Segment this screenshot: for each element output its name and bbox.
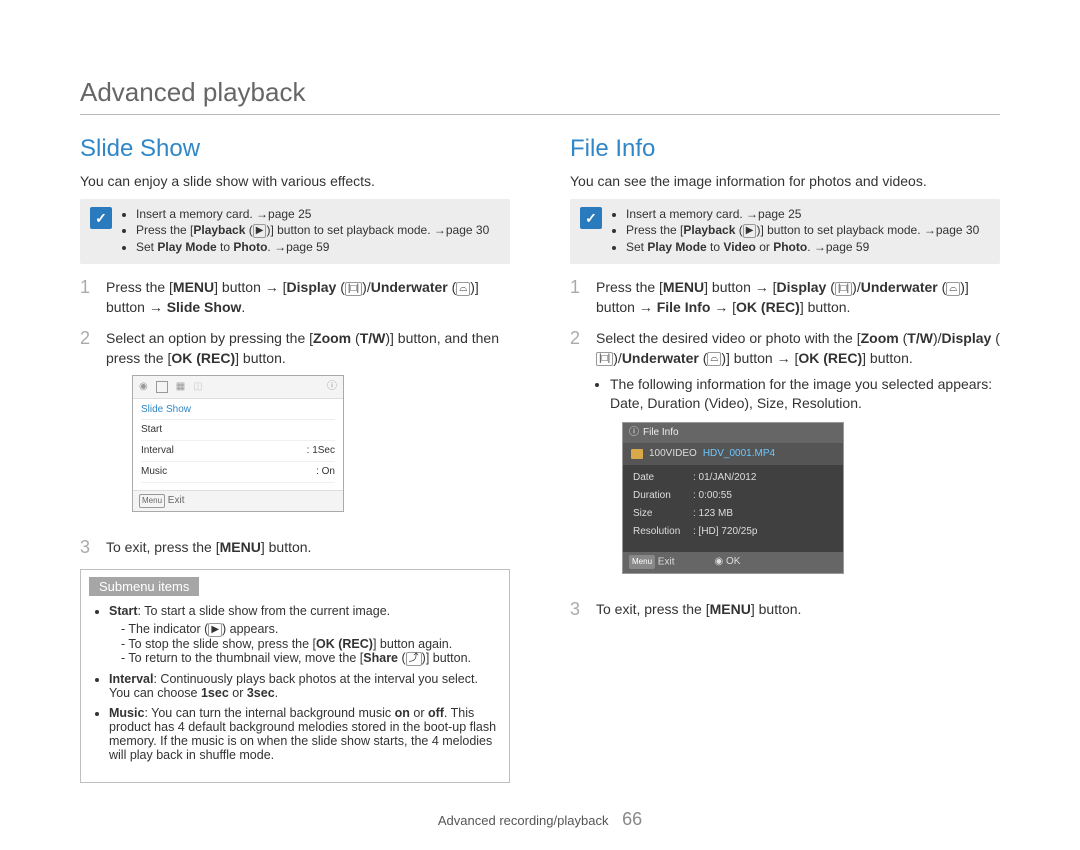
underwater-icon: ⌓ [456, 282, 470, 296]
info-row-date: Date: 01/JAN/2012 [633, 469, 833, 487]
prereq-item: Insert a memory card. →page 25 [136, 207, 489, 221]
underwater-icon: ⌓ [707, 352, 721, 366]
playback-icon: ▶ [743, 224, 757, 238]
step-2: 2 Select an option by pressing the [Zoom… [80, 329, 510, 525]
folder-icon [631, 449, 643, 459]
mode-icon: ◉ [139, 380, 148, 394]
intro-text: You can enjoy a slide show with various … [80, 173, 510, 189]
menu-row-interval: Interval: 1Sec [141, 441, 335, 462]
two-column-layout: Slide Show You can enjoy a slide show wi… [80, 131, 1000, 782]
fileinfo-screenshot: ⓘ File Info 100VIDEO HDV_0001.MP4 Date: … [622, 422, 844, 574]
step-2: 2 Select the desired video or photo with… [570, 329, 1000, 587]
screenshot-menu-title: Slide Show [141, 399, 335, 420]
page-number: 66 [622, 809, 642, 829]
screenshot-folder-row: 100VIDEO HDV_0001.MP4 [623, 443, 843, 465]
grid-icon: ▦ [176, 380, 185, 394]
play-indicator-icon: ▶ [208, 623, 222, 637]
info-row-size: Size: 123 MB [633, 505, 833, 523]
submenu-item-start: Start: To start a slide show from the cu… [109, 604, 497, 665]
prerequisite-box: ✓ Insert a memory card. →page 25 Press t… [570, 199, 1000, 264]
prereq-item: Set Play Mode to Photo. →page 59 [136, 240, 489, 254]
step-number: 1 [570, 278, 584, 317]
step-number: 2 [570, 329, 584, 587]
submenu-items-box: Submenu items Start: To start a slide sh… [80, 569, 510, 782]
screenshot-footer: Menu Exit ◉ OK [623, 552, 843, 573]
submenu-items-tag: Submenu items [89, 577, 199, 596]
share-icon: ⤴ [406, 652, 422, 666]
step-number: 3 [80, 538, 94, 558]
misc-icon: ◫ [193, 380, 202, 394]
screenshot-header: ⓘ File Info [623, 423, 843, 443]
menu-badge-icon: Menu [629, 555, 655, 569]
display-icon: |□| [835, 282, 852, 296]
step-number: 3 [570, 600, 584, 620]
display-icon: |□| [345, 282, 362, 296]
section-heading-slideshow: Slide Show [80, 135, 510, 163]
slideshow-menu-screenshot: ◉ ▦ ◫ ⓘ Slide Show Start [132, 375, 344, 512]
step-1: 1 Press the [MENU] button → [Display (|□… [80, 278, 510, 317]
screenshot-top-bar: ◉ ▦ ◫ ⓘ [133, 376, 343, 399]
menu-row-music: Music: On [141, 462, 335, 483]
prereq-item: Press the [Playback (▶)] button to set p… [136, 223, 489, 238]
submenu-item-interval: Interval: Continuously plays back photos… [109, 672, 497, 700]
menu-badge-icon: Menu [139, 494, 165, 508]
step-1: 1 Press the [MENU] button → [Display (|□… [570, 278, 1000, 317]
file-info-section: File Info You can see the image informat… [570, 131, 1000, 782]
thumbnail-icon [156, 381, 168, 393]
submenu-item-music: Music: You can turn the internal backgro… [109, 706, 497, 762]
prereq-item: Insert a memory card. →page 25 [626, 207, 979, 221]
info-row-duration: Duration: 0:00:55 [633, 487, 833, 505]
intro-text: You can see the image information for ph… [570, 173, 1000, 189]
step-number: 1 [80, 278, 94, 317]
slide-show-section: Slide Show You can enjoy a slide show wi… [80, 131, 510, 782]
prereq-item: Press the [Playback (▶)] button to set p… [626, 223, 979, 238]
step-3: 3 To exit, press the [MENU] button. [570, 600, 1000, 620]
playback-icon: ▶ [253, 224, 267, 238]
prerequisite-box: ✓ Insert a memory card. →page 25 Press t… [80, 199, 510, 264]
filename-label: HDV_0001.MP4 [703, 447, 775, 461]
ok-dot-icon: ◉ [714, 556, 723, 567]
menu-row-start: Start [141, 420, 335, 441]
check-icon: ✓ [90, 207, 112, 229]
info-icon: ⓘ [629, 426, 639, 440]
page-title: Advanced playback [80, 77, 1000, 115]
step-number: 2 [80, 329, 94, 525]
page-footer: Advanced recording/playback 66 [80, 809, 1000, 830]
manual-page: Advanced playback Slide Show You can enj… [0, 0, 1080, 850]
info-icon: ⓘ [327, 380, 337, 394]
underwater-icon: ⌓ [946, 282, 960, 296]
step-3: 3 To exit, press the [MENU] button. [80, 538, 510, 558]
check-icon: ✓ [580, 207, 602, 229]
step-bullet: The following information for the image … [610, 375, 1000, 414]
section-heading-fileinfo: File Info [570, 135, 1000, 163]
info-row-resolution: Resolution: [HD] 720/25p [633, 523, 833, 541]
prereq-item: Set Play Mode to Video or Photo. →page 5… [626, 240, 979, 254]
display-icon: |□| [596, 352, 613, 366]
footer-text: Advanced recording/playback [438, 813, 609, 828]
screenshot-bottom-bar: Menu Exit [133, 490, 343, 511]
